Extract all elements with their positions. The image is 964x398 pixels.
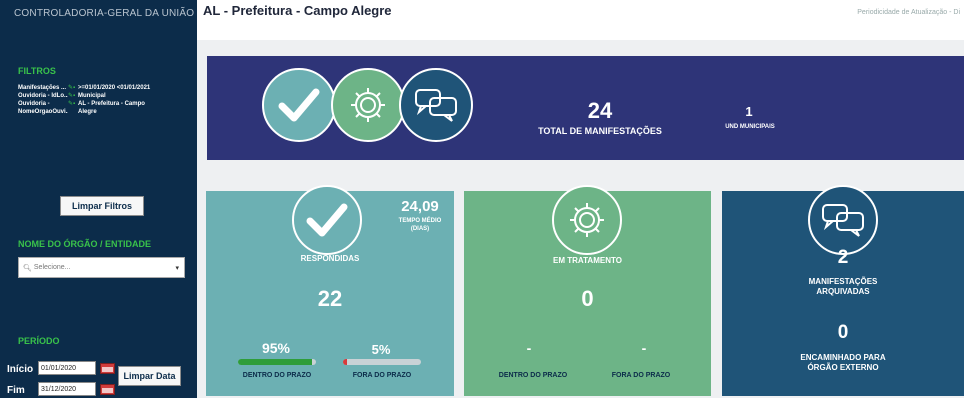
total-manifestations-value: 24: [587, 98, 613, 123]
start-date-input[interactable]: 01/01/2020: [38, 361, 96, 375]
forwarded-value: 0: [837, 322, 849, 343]
filter-edit-icon[interactable]: ✎▪: [68, 92, 78, 100]
period-title: PERÍODO: [18, 336, 60, 346]
clear-filters-button[interactable]: Limpar Filtros: [60, 196, 144, 216]
gear-icon: [331, 68, 405, 142]
filter-key: Manifestações ...: [18, 85, 67, 91]
filter-row: Ouvidoria - ✎▪ AL - Prefeitura - Campo: [18, 100, 190, 108]
in-deadline-bar: [238, 359, 316, 365]
archived-card: 2 MANIFESTAÇÕES ARQUIVADAS 0 ENCAMINHADO…: [722, 185, 964, 396]
forwarded-label-2: ÓRGÃO EXTERNO: [807, 363, 879, 372]
out-deadline-label: FORA DO PRAZO: [352, 372, 412, 379]
treatment-in-deadline-value: -: [526, 340, 532, 356]
org-filter-title: NOME DO ÓRGÃO / ENTIDADE: [18, 239, 152, 249]
filter-edit-icon[interactable]: ✎▪: [68, 100, 78, 108]
filter-value: AL - Prefeitura - Campo: [78, 101, 145, 107]
forwarded-label: ENCAMINHADO PARA: [800, 353, 886, 362]
filter-row: NomeOrgaoOuvi... Alegre: [18, 108, 190, 116]
chat-icon: [808, 185, 878, 255]
in-deadline-label: DENTRO DO PRAZO: [242, 372, 312, 379]
update-frequency-text: Periodicidade de Atualização - Di: [857, 9, 960, 16]
filter-row: Ouvidoria - IdLo... ✎▪ Municipal: [18, 92, 190, 100]
filter-key: NomeOrgaoOuvi...: [18, 109, 68, 115]
responded-title: RESPONDIDAS: [300, 254, 360, 263]
treatment-in-deadline-label: DENTRO DO PRAZO: [498, 372, 568, 379]
avg-time-unit: (DIAS): [410, 226, 430, 232]
filter-value: Alegre: [78, 109, 97, 115]
chevron-down-icon: ▾: [175, 265, 179, 272]
responded-value: 22: [317, 286, 343, 311]
chat-icon: [399, 68, 473, 142]
avg-time-label: TEMPO MÉDIO: [398, 218, 442, 224]
clear-date-button[interactable]: Limpar Data: [118, 366, 181, 386]
check-icon: [262, 68, 336, 142]
filter-value: Municipal: [78, 93, 106, 99]
filter-key: Ouvidoria -: [18, 101, 50, 107]
treatment-title: EM TRATAMENTO: [553, 256, 622, 265]
page-title: AL - Prefeitura - Campo Alegre: [203, 3, 392, 18]
check-icon: [292, 185, 362, 255]
municipal-units-value: 1: [745, 104, 753, 119]
org-header: CONTROLADORIA-GERAL DA UNIÃO: [14, 8, 195, 19]
calendar-icon[interactable]: [100, 363, 115, 374]
avg-time-value: 24,09: [401, 198, 439, 215]
sidebar: CONTROLADORIA-GERAL DA UNIÃO FILTROS Man…: [0, 0, 197, 398]
in-deadline-percent: 95%: [261, 340, 291, 356]
treatment-out-deadline-value: -: [641, 340, 647, 356]
end-date-input[interactable]: 31/12/2020: [38, 382, 96, 396]
filters-title: FILTROS: [18, 66, 56, 76]
org-select-placeholder: Selecione...: [33, 264, 71, 271]
treatment-out-deadline-label: FORA DO PRAZO: [611, 372, 671, 379]
org-select[interactable]: 🔍︎ Selecione... ▾: [18, 257, 185, 278]
archived-label-2: ARQUIVADAS: [816, 287, 870, 296]
out-deadline-bar: [343, 359, 421, 365]
gear-icon: [552, 185, 622, 255]
search-icon: 🔍︎: [23, 264, 32, 272]
filter-key: Ouvidoria - IdLo...: [18, 93, 68, 99]
treatment-card: EM TRATAMENTO 0 - - DENTRO DO PRAZO FORA…: [464, 185, 711, 396]
archived-value: 2: [837, 247, 849, 268]
calendar-icon[interactable]: [100, 384, 115, 395]
responded-card: 24,09 TEMPO MÉDIO (DIAS) RESPONDIDAS 22 …: [206, 185, 454, 396]
end-date-label: Fim: [7, 385, 25, 396]
municipal-units-label: UND MUNICIPAIS: [725, 124, 775, 130]
total-manifestations-label: TOTAL DE MANIFESTAÇÕES: [538, 126, 662, 136]
archived-label: MANIFESTAÇÕES: [808, 277, 878, 286]
topbar: AL - Prefeitura - Campo Alegre Periodici…: [197, 0, 964, 40]
out-deadline-percent: 5%: [371, 342, 391, 357]
filters-list: Manifestações ... ✎▪ >=01/01/2020 <01/01…: [18, 84, 190, 116]
start-date-label: Início: [7, 364, 34, 375]
filter-value: >=01/01/2020 <01/01/2021: [78, 85, 151, 91]
filter-row: Manifestações ... ✎▪ >=01/01/2020 <01/01…: [18, 84, 190, 92]
summary-banner: 24 TOTAL DE MANIFESTAÇÕES 1 UND MUNICIPA…: [207, 56, 964, 160]
treatment-value: 0: [581, 286, 594, 311]
filter-edit-icon[interactable]: ✎▪: [68, 84, 78, 92]
